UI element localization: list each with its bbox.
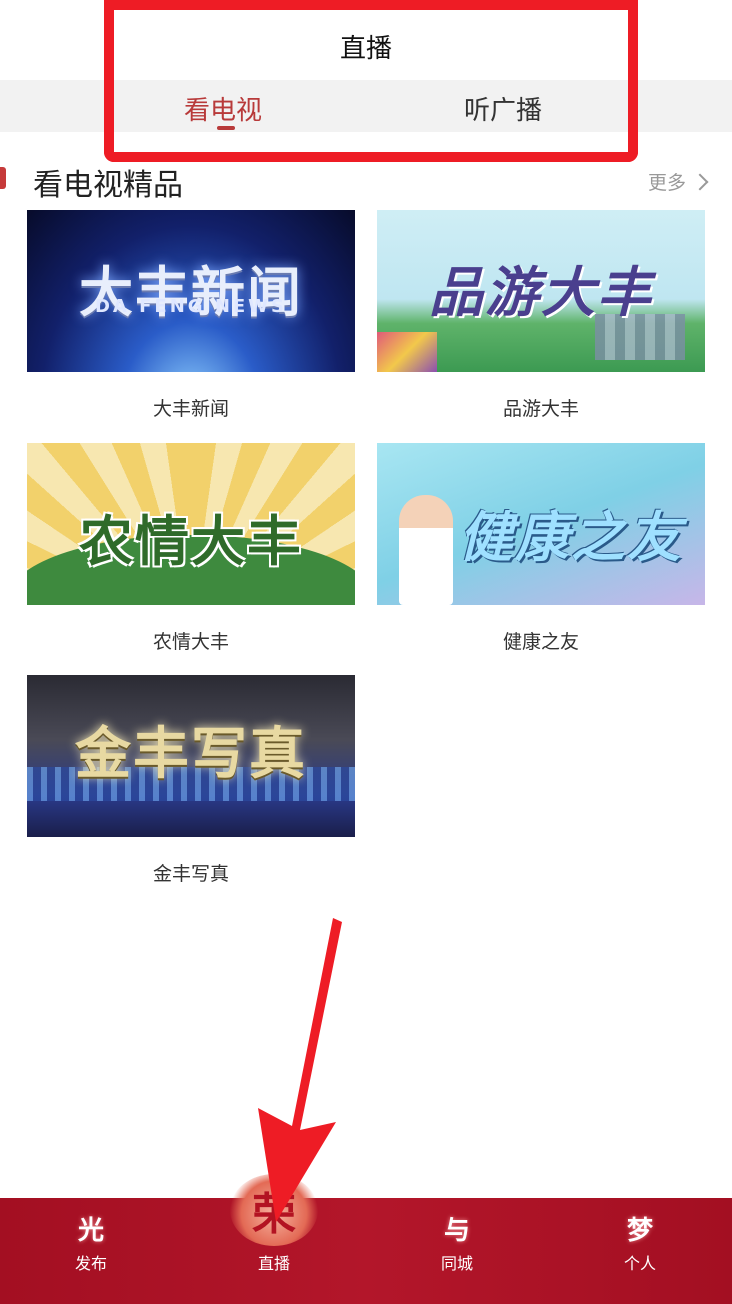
program-card-nongqing-dafeng[interactable]: 农情大丰 农情大丰 — [27, 443, 355, 654]
active-tab-indicator — [217, 126, 235, 130]
tab-listen-radio[interactable]: 听广播 — [464, 90, 542, 127]
more-label: 更多 — [647, 172, 686, 194]
thumbnail-title: 金丰写真 — [75, 722, 307, 787]
nav-label: 同城 — [440, 1254, 473, 1273]
nav-label: 发布 — [74, 1254, 107, 1273]
rong-glyph-icon: 荣 — [230, 1174, 318, 1246]
nav-item-live[interactable]: 荣 直播 — [214, 1174, 334, 1304]
thumbnail-title: 健康之友 — [459, 506, 683, 569]
chevron-right-icon — [691, 173, 709, 190]
thumbnail-subtitle: DA FENG NEWS — [94, 296, 287, 317]
tab-bar: 看电视 听广播 — [0, 80, 732, 132]
nav-item-publish[interactable]: 光 发布 — [31, 1198, 151, 1304]
program-card-jinfeng-xiezhen[interactable]: 金丰写真 金丰写真 — [27, 675, 355, 886]
top-bar: 直播 — [0, 0, 732, 80]
nav-label: 直播 — [257, 1254, 290, 1273]
nav-label: 个人 — [623, 1254, 656, 1273]
program-title: 农情大丰 — [152, 631, 229, 653]
section-title: 看电视精品 — [33, 168, 183, 203]
meng-glyph-icon: 梦 — [626, 1215, 653, 1246]
program-title: 健康之友 — [502, 631, 579, 653]
more-link[interactable]: 更多 — [647, 168, 709, 195]
program-card-dafeng-news[interactable]: 大丰新闻 DA FENG NEWS 大丰新闻 — [27, 210, 355, 421]
road-illustration — [377, 332, 437, 372]
nav-item-profile[interactable]: 梦 个人 — [580, 1198, 700, 1304]
guang-glyph-icon: 光 — [77, 1215, 104, 1246]
nav-item-local[interactable]: 与 同城 — [397, 1198, 517, 1304]
bottom-nav: 光 发布 荣 直播 与 同城 梦 个人 — [0, 1174, 732, 1304]
program-thumbnail: 金丰写真 — [27, 675, 355, 837]
section-marker — [0, 167, 6, 189]
thumbnail-title: 农情大丰 — [79, 510, 303, 573]
program-thumbnail: 健康之友 — [377, 443, 705, 605]
program-title: 金丰写真 — [152, 863, 229, 885]
thumbnail-title: 品游大丰 — [429, 261, 653, 324]
yu-glyph-icon: 与 — [443, 1215, 470, 1246]
page-title: 直播 — [339, 34, 392, 64]
tab-watch-tv[interactable]: 看电视 — [184, 90, 262, 127]
program-title: 品游大丰 — [502, 398, 579, 420]
program-thumbnail: 农情大丰 — [27, 443, 355, 605]
program-card-jiankang-zhiyou[interactable]: 健康之友 健康之友 — [377, 443, 705, 654]
program-card-pinyou-dafeng[interactable]: 品游大丰 品游大丰 — [377, 210, 705, 421]
program-thumbnail: 大丰新闻 DA FENG NEWS — [27, 210, 355, 372]
program-thumbnail: 品游大丰 — [377, 210, 705, 372]
program-title: 大丰新闻 — [152, 398, 229, 420]
